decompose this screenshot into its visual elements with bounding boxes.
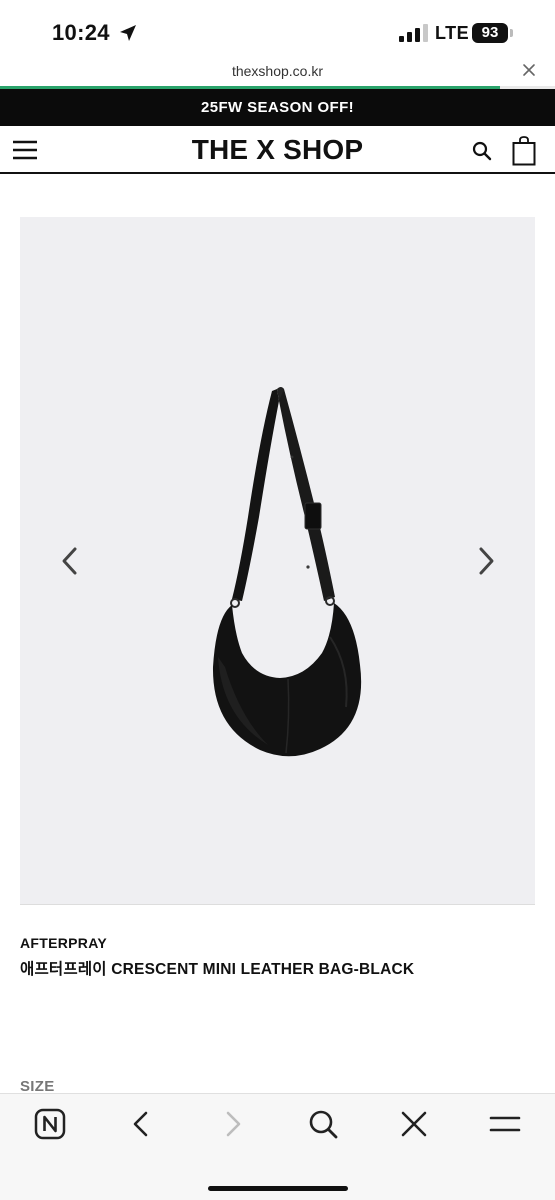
browser-toolbar xyxy=(0,1093,555,1200)
back-icon[interactable] xyxy=(126,1108,158,1140)
network-type: LTE xyxy=(435,23,470,43)
status-time: 10:24 xyxy=(52,20,110,45)
product-brand[interactable]: AFTERPRAY xyxy=(20,935,107,951)
forward-icon[interactable] xyxy=(216,1108,248,1140)
location-arrow-icon xyxy=(120,25,136,41)
menu-icon[interactable] xyxy=(489,1108,521,1140)
shopping-bag-icon[interactable] xyxy=(512,136,536,166)
search-icon[interactable] xyxy=(472,141,492,161)
home-indicator xyxy=(208,1186,348,1191)
promo-banner[interactable]: 25FW SEASON OFF! xyxy=(0,89,555,126)
url-text[interactable]: thexshop.co.kr xyxy=(0,63,555,79)
chevron-right-icon[interactable] xyxy=(476,546,496,576)
battery-indicator: 93 xyxy=(472,23,508,43)
close-icon[interactable] xyxy=(398,1108,430,1140)
site-header: THE X SHOP xyxy=(0,126,555,174)
signal-icon xyxy=(399,24,428,42)
product-name: 애프터프레이 CRESCENT MINI LEATHER BAG-BLACK xyxy=(20,961,415,978)
product-image-carousel[interactable] xyxy=(20,217,535,905)
product-photo-bag xyxy=(212,387,362,757)
battery-cap xyxy=(510,29,513,37)
chevron-left-icon[interactable] xyxy=(60,546,80,576)
search-icon[interactable] xyxy=(307,1108,339,1140)
hamburger-menu-icon[interactable] xyxy=(13,140,37,160)
status-bar: 10:24 LTE 93 xyxy=(0,0,555,64)
browser-url-bar[interactable]: thexshop.co.kr xyxy=(0,58,555,88)
naver-home-icon[interactable] xyxy=(34,1108,66,1140)
close-icon[interactable] xyxy=(520,61,538,79)
